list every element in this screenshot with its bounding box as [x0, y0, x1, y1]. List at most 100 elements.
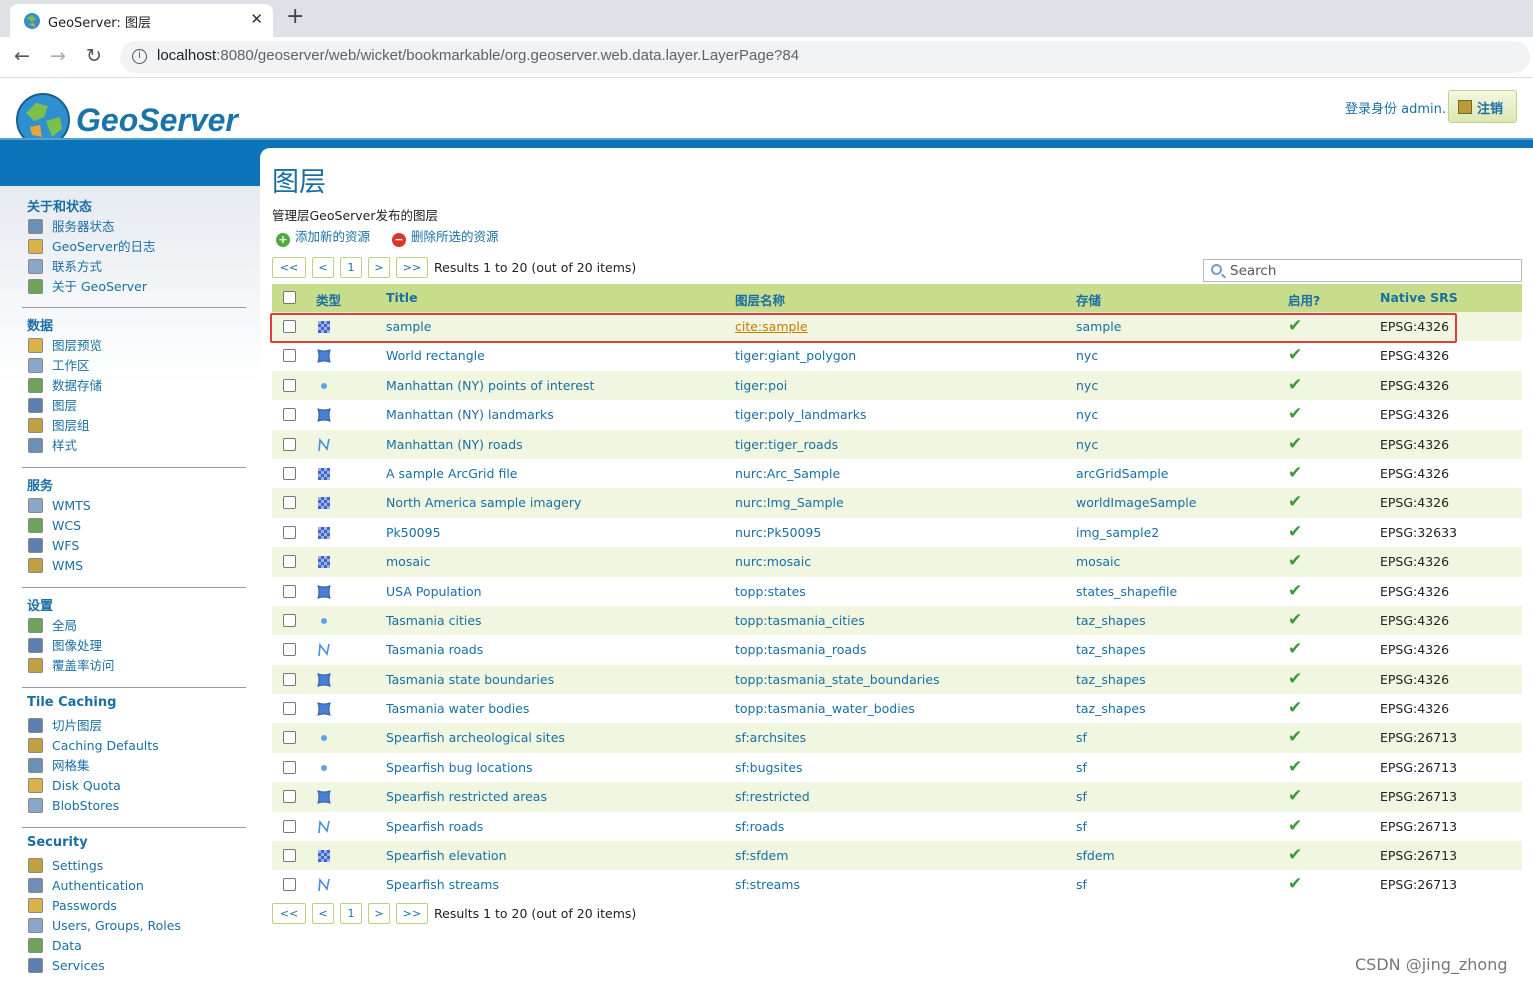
layer-name-link[interactable]: topp:tasmania_water_bodies	[735, 701, 915, 716]
row-checkbox[interactable]	[283, 878, 296, 892]
row-checkbox[interactable]	[283, 643, 296, 657]
url-text[interactable]: localhost:8080/geoserver/web/wicket/book…	[157, 47, 799, 64]
store-link[interactable]: taz_shapes	[1076, 613, 1146, 628]
sidebar-item[interactable]: WMTS	[22, 497, 246, 517]
layer-name-link[interactable]: nurc:Img_Sample	[735, 495, 844, 510]
pager-last-button[interactable]: >>	[396, 257, 428, 278]
store-link[interactable]: states_shapefile	[1076, 584, 1177, 599]
layer-name-link[interactable]: nurc:Pk50095	[735, 525, 821, 540]
sidebar-item[interactable]: WFS	[22, 537, 246, 557]
layer-title-link[interactable]: Tasmania state boundaries	[386, 672, 554, 687]
row-checkbox[interactable]	[283, 672, 296, 686]
layer-name-link[interactable]: tiger:giant_polygon	[735, 348, 856, 363]
layer-name-link[interactable]: cite:sample	[735, 319, 808, 334]
layer-name-link[interactable]: tiger:poi	[735, 378, 787, 393]
layer-title-link[interactable]: Tasmania water bodies	[386, 701, 529, 716]
sidebar-item[interactable]: WMS	[22, 557, 246, 577]
store-link[interactable]: sf	[1076, 819, 1087, 834]
layer-name-link[interactable]: topp:tasmania_state_boundaries	[735, 672, 940, 687]
browser-tab[interactable]: GeoServer: 图层 ✕	[10, 4, 273, 37]
sidebar-item[interactable]: 样式	[22, 437, 246, 457]
table-row[interactable]: North America sample imagery nurc:Img_Sam…	[272, 488, 1522, 518]
sidebar-item[interactable]: Disk Quota	[22, 777, 246, 797]
table-row[interactable]: Tasmania state boundaries topp:tasmania_s…	[272, 664, 1522, 695]
sidebar-item[interactable]: Services	[22, 957, 246, 977]
row-checkbox[interactable]	[283, 349, 296, 363]
sidebar-item[interactable]: 覆盖率访问	[22, 657, 246, 677]
sidebar-item[interactable]: 联系方式	[22, 258, 246, 278]
layer-name-link[interactable]: sf:streams	[735, 877, 800, 892]
layer-title-link[interactable]: A sample ArcGrid file	[386, 466, 517, 481]
sidebar-item[interactable]: 全局	[22, 617, 246, 637]
table-row[interactable]: mosaic nurc:mosaic mosaic EPSG:4326 ✔	[272, 547, 1522, 577]
column-header-type[interactable]: 类型	[316, 290, 341, 309]
store-link[interactable]: nyc	[1076, 348, 1098, 363]
row-checkbox[interactable]	[283, 613, 296, 627]
sidebar-item[interactable]: Users, Groups, Roles	[22, 917, 246, 937]
row-checkbox[interactable]	[283, 819, 296, 833]
store-link[interactable]: worldImageSample	[1076, 495, 1196, 510]
sidebar-item[interactable]: 网格集	[22, 757, 246, 777]
table-row[interactable]: Manhattan (NY) roads tiger:tiger_roads nyc…	[272, 429, 1522, 459]
column-header-enabled[interactable]: 启用?	[1288, 290, 1320, 309]
tab-close-icon[interactable]: ✕	[250, 10, 263, 28]
reload-button[interactable]: ↻	[86, 45, 102, 67]
sidebar-item[interactable]: Caching Defaults	[22, 737, 246, 757]
layer-name-link[interactable]: nurc:Arc_Sample	[735, 466, 840, 481]
pager-first-button[interactable]: <<	[272, 257, 306, 278]
row-checkbox[interactable]	[283, 466, 296, 480]
store-link[interactable]: img_sample2	[1076, 525, 1159, 540]
sidebar-item[interactable]: GeoServer的日志	[22, 238, 246, 258]
sidebar-item[interactable]: Passwords	[22, 897, 246, 917]
column-header-title[interactable]: Title	[386, 290, 418, 305]
table-row[interactable]: Tasmania roads topp:tasmania_roads taz_sha…	[272, 635, 1522, 665]
sidebar-item[interactable]: 图层预览	[22, 337, 246, 357]
store-link[interactable]: sfdem	[1076, 848, 1115, 863]
table-row[interactable]: Spearfish bug locations sf:bugsites sf EPSG…	[272, 752, 1522, 783]
sidebar-item[interactable]: 服务器状态	[22, 218, 246, 238]
table-row[interactable]: Spearfish archeological sites sf:archsite…	[272, 723, 1522, 753]
sidebar-item[interactable]: 图层	[22, 397, 246, 417]
table-row[interactable]: Tasmania water bodies topp:tasmania_water…	[272, 694, 1522, 724]
sidebar-item[interactable]: 切片图层	[22, 717, 246, 737]
table-row[interactable]: Spearfish elevation sf:sfdem sfdem EPSG:267…	[272, 841, 1522, 871]
row-checkbox[interactable]	[283, 760, 296, 774]
sidebar-item[interactable]: 工作区	[22, 357, 246, 377]
table-row[interactable]: Pk50095 nurc:Pk50095 img_sample2 EPSG:32633…	[272, 517, 1522, 548]
row-checkbox[interactable]	[283, 790, 296, 804]
search-input[interactable]: Search	[1203, 259, 1522, 282]
layer-title-link[interactable]: Spearfish streams	[386, 877, 499, 892]
store-link[interactable]: mosaic	[1076, 554, 1120, 569]
table-row[interactable]: Manhattan (NY) points of interest tiger:p…	[272, 370, 1522, 401]
layer-title-link[interactable]: Tasmania cities	[386, 613, 482, 628]
store-link[interactable]: nyc	[1076, 407, 1098, 422]
table-row[interactable]: Spearfish restricted areas sf:restricted s…	[272, 782, 1522, 812]
pager-next-button[interactable]: >	[368, 903, 390, 924]
pager-page-button[interactable]: 1	[340, 257, 362, 278]
layer-name-link[interactable]: topp:states	[735, 584, 806, 599]
layer-title-link[interactable]: Tasmania roads	[386, 642, 483, 657]
store-link[interactable]: taz_shapes	[1076, 701, 1146, 716]
store-link[interactable]: nyc	[1076, 378, 1098, 393]
layer-title-link[interactable]: Spearfish archeological sites	[386, 730, 565, 745]
store-link[interactable]: arcGridSample	[1076, 466, 1169, 481]
layer-title-link[interactable]: sample	[386, 319, 431, 334]
store-link[interactable]: sf	[1076, 760, 1087, 775]
layer-title-link[interactable]: mosaic	[386, 554, 430, 569]
table-row[interactable]: World rectangle tiger:giant_polygon nyc EPS…	[272, 341, 1522, 371]
layer-name-link[interactable]: sf:bugsites	[735, 760, 803, 775]
sidebar-item[interactable]: BlobStores	[22, 797, 246, 817]
url-field[interactable]: i localhost:8080/geoserver/web/wicket/bo…	[120, 41, 1530, 73]
layer-name-link[interactable]: topp:tasmania_roads	[735, 642, 866, 657]
delete-resource-link[interactable]: − 删除所选的资源	[392, 226, 499, 247]
pager-prev-button[interactable]: <	[312, 903, 334, 924]
layer-title-link[interactable]: Manhattan (NY) landmarks	[386, 407, 554, 422]
geoserver-logo-text[interactable]: GeoServer	[76, 102, 238, 139]
layer-name-link[interactable]: tiger:tiger_roads	[735, 437, 838, 452]
pager-last-button[interactable]: >>	[396, 903, 428, 924]
column-header-layer-name[interactable]: 图层名称	[735, 290, 785, 309]
store-link[interactable]: sf	[1076, 730, 1087, 745]
sidebar-item[interactable]: Settings	[22, 857, 246, 877]
row-checkbox[interactable]	[283, 496, 296, 510]
layer-title-link[interactable]: Manhattan (NY) roads	[386, 437, 523, 452]
